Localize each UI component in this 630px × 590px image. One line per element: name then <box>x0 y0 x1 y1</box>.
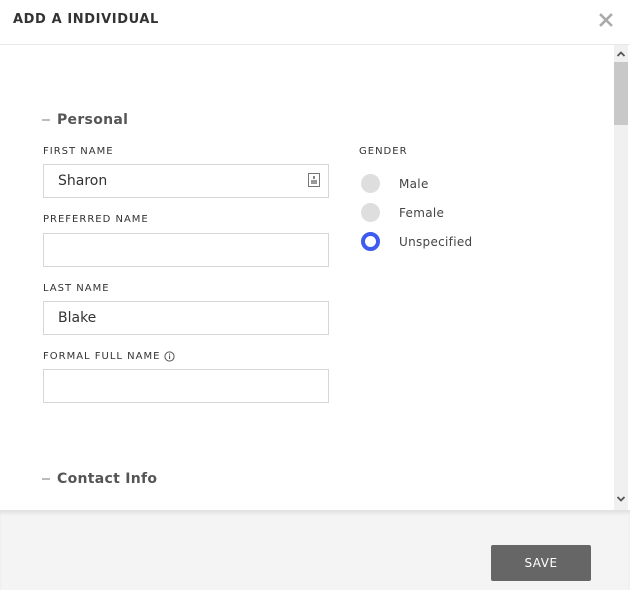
radio-label: Unspecified <box>399 234 473 249</box>
scroll-thumb[interactable] <box>614 62 628 125</box>
radio-male[interactable] <box>361 174 380 193</box>
gender-option-female[interactable]: Female <box>361 203 444 222</box>
dialog-title: ADD A INDIVIDUAL <box>13 12 159 27</box>
save-button[interactable]: SAVE <box>491 545 591 581</box>
section-title: Personal <box>57 112 129 128</box>
chevron-up-icon[interactable] <box>614 47 628 61</box>
last-name-input[interactable] <box>43 301 329 335</box>
formal-full-name-label: FORMAL FULL NAME <box>43 351 176 362</box>
radio-female[interactable] <box>361 203 380 222</box>
info-icon[interactable] <box>164 351 176 362</box>
dialog-header: ADD A INDIVIDUAL <box>0 0 630 45</box>
dialog-footer: SAVE <box>0 510 630 590</box>
gender-option-male[interactable]: Male <box>361 174 429 193</box>
section-title: Contact Info <box>57 471 158 487</box>
chevron-down-icon[interactable] <box>614 492 628 506</box>
minus-icon <box>42 478 50 480</box>
formal-full-name-label-text: FORMAL FULL NAME <box>43 351 161 362</box>
section-contact-header[interactable]: Contact Info <box>42 471 157 487</box>
section-personal-header[interactable]: Personal <box>42 112 128 128</box>
radio-label: Male <box>399 176 429 191</box>
first-name-input[interactable] <box>43 164 329 198</box>
formal-full-name-input[interactable] <box>43 369 329 403</box>
scrollbar[interactable] <box>614 45 628 510</box>
close-icon <box>599 13 613 27</box>
radio-unspecified[interactable] <box>361 232 380 251</box>
minus-icon <box>42 119 50 121</box>
preferred-name-label: PREFERRED NAME <box>43 214 149 225</box>
close-button[interactable] <box>598 12 614 28</box>
radio-label: Female <box>399 205 445 220</box>
last-name-label: LAST NAME <box>43 283 110 294</box>
first-name-label: FIRST NAME <box>43 146 114 157</box>
gender-option-unspecified[interactable]: Unspecified <box>361 232 472 251</box>
contact-card-icon[interactable] <box>308 173 320 187</box>
dialog-body: Personal FIRST NAME PREFERRED NAME LAST … <box>0 45 630 510</box>
preferred-name-input[interactable] <box>43 233 329 267</box>
gender-label: GENDER <box>359 146 408 157</box>
